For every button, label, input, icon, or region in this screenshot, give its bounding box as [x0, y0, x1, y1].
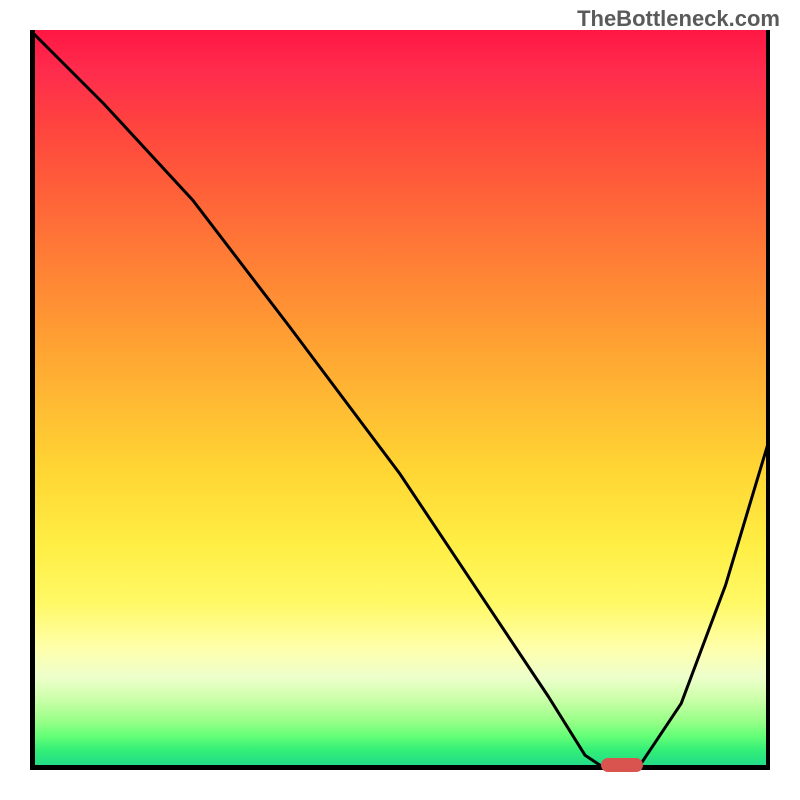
bottleneck-curve	[30, 30, 770, 770]
chart-container: TheBottleneck.com	[0, 0, 800, 800]
watermark-text: TheBottleneck.com	[577, 6, 780, 32]
optimal-marker	[601, 758, 643, 772]
